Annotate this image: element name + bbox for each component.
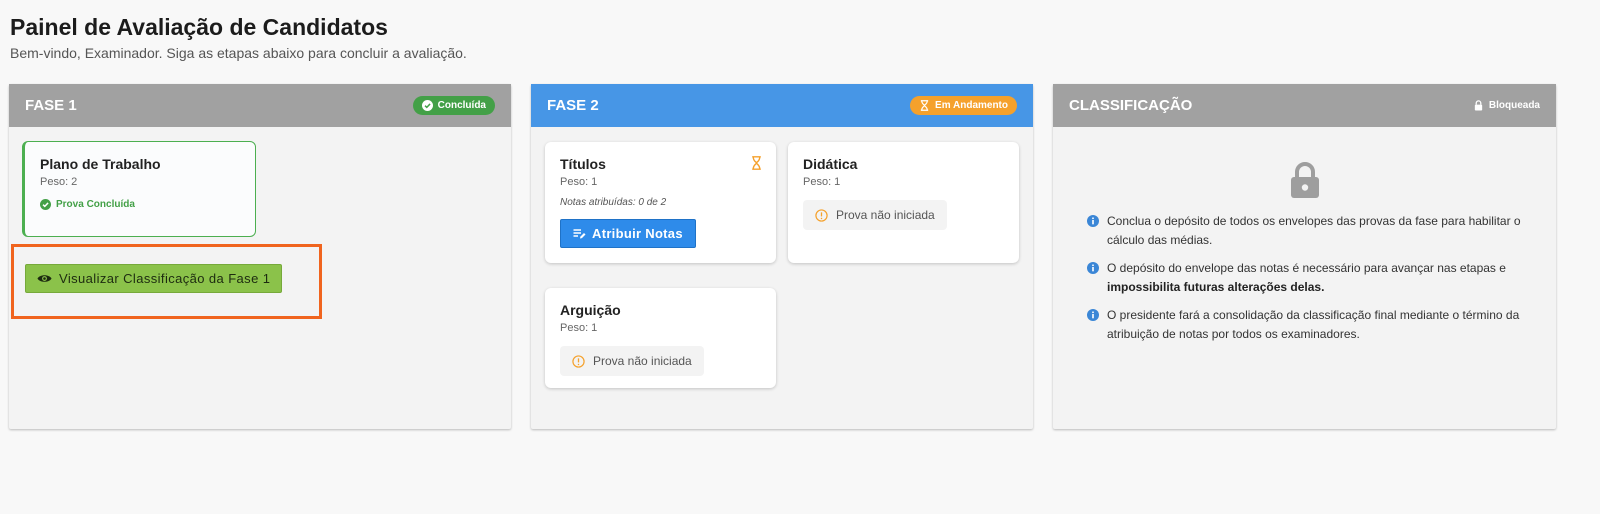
exam-card-weight: Peso: 2 (40, 176, 78, 188)
info-icon (1087, 309, 1099, 321)
exam-card-title: Arguição (560, 302, 621, 318)
phase-1-title: FASE 1 (25, 97, 77, 114)
notes-assigned-count: Notas atribuídas: 0 de 2 (560, 197, 667, 208)
classification-header: CLASSIFICAÇÃO Bloqueada (1053, 84, 1556, 127)
exam-status-label: Prova Concluída (56, 199, 135, 210)
classification-title: CLASSIFICAÇÃO (1069, 97, 1193, 114)
exam-status: Prova Concluída (40, 199, 240, 210)
view-phase-1-classification-button[interactable]: Visualizar Classificação da Fase 1 (25, 264, 282, 293)
exam-card-weight: Peso: 1 (560, 176, 598, 188)
phase-2-header: FASE 2 Em Andamento (531, 84, 1033, 127)
check-circle-icon (40, 199, 51, 210)
classification-status-label: Bloqueada (1488, 100, 1540, 111)
exam-status-label: Prova não iniciada (593, 354, 692, 368)
info-icon (1087, 262, 1099, 274)
info-text-bold: impossibilita futuras alterações delas. (1107, 280, 1325, 294)
classification-info-list: Conclua o depósito de todos os envelopes… (1087, 212, 1527, 353)
lock-icon (1291, 162, 1319, 198)
page-title: Painel de Avaliação de Candidatos (10, 14, 388, 40)
hourglass-icon (752, 156, 761, 170)
hourglass-icon (920, 100, 929, 111)
exam-card-arguicao: Arguição Peso: 1 Prova não iniciada (545, 288, 776, 388)
exam-card-weight: Peso: 1 (803, 176, 841, 188)
info-item: O presidente fará a consolidação da clas… (1087, 306, 1527, 344)
eye-icon (37, 275, 52, 282)
phase-2-status-label: Em Andamento (935, 100, 1008, 111)
info-circle-icon (572, 354, 585, 368)
info-text: O depósito do envelope das notas é neces… (1107, 259, 1527, 297)
exam-card-title: Didática (803, 156, 858, 172)
assign-grades-button[interactable]: Atribuir Notas (560, 219, 696, 248)
assign-grades-label: Atribuir Notas (592, 226, 683, 241)
exam-card-titulos: Títulos Peso: 1 Notas atribuídas: 0 de 2… (545, 142, 776, 263)
phase-1-status-label: Concluída (437, 100, 486, 111)
lock-icon (1474, 100, 1483, 111)
classification-status-badge: Bloqueada (1473, 100, 1540, 111)
info-item: O depósito do envelope das notas é neces… (1087, 259, 1527, 297)
info-icon (1087, 215, 1099, 227)
exam-card-didatica: Didática Peso: 1 Prova não iniciada (788, 142, 1019, 263)
info-text: O presidente fará a consolidação da clas… (1107, 308, 1520, 341)
page-subtitle: Bem-vindo, Examinador. Siga as etapas ab… (10, 45, 467, 61)
phase-1-status-badge: Concluída (412, 96, 495, 115)
exam-card-weight: Peso: 1 (560, 322, 598, 334)
exam-card-title: Títulos (560, 156, 606, 172)
info-text-regular: O depósito do envelope das notas é neces… (1107, 261, 1506, 275)
phase-2-title: FASE 2 (547, 97, 599, 114)
exam-status: Prova não iniciada (560, 346, 704, 376)
phase-2-status-badge: Em Andamento (910, 96, 1017, 115)
exam-status: Prova não iniciada (803, 200, 947, 230)
check-circle-icon (421, 100, 433, 111)
edit-list-icon (573, 229, 586, 239)
info-circle-icon (815, 208, 828, 222)
info-text: Conclua o depósito de todos os envelopes… (1107, 214, 1521, 247)
exam-card-title: Plano de Trabalho (40, 156, 161, 172)
exam-card-plano-de-trabalho: Plano de Trabalho Peso: 2 Prova Concluíd… (22, 141, 256, 237)
exam-status-label: Prova não iniciada (836, 208, 935, 222)
phase-1-header: FASE 1 Concluída (9, 84, 511, 127)
view-phase-1-classification-label: Visualizar Classificação da Fase 1 (59, 271, 271, 286)
info-item: Conclua o depósito de todos os envelopes… (1087, 212, 1527, 250)
